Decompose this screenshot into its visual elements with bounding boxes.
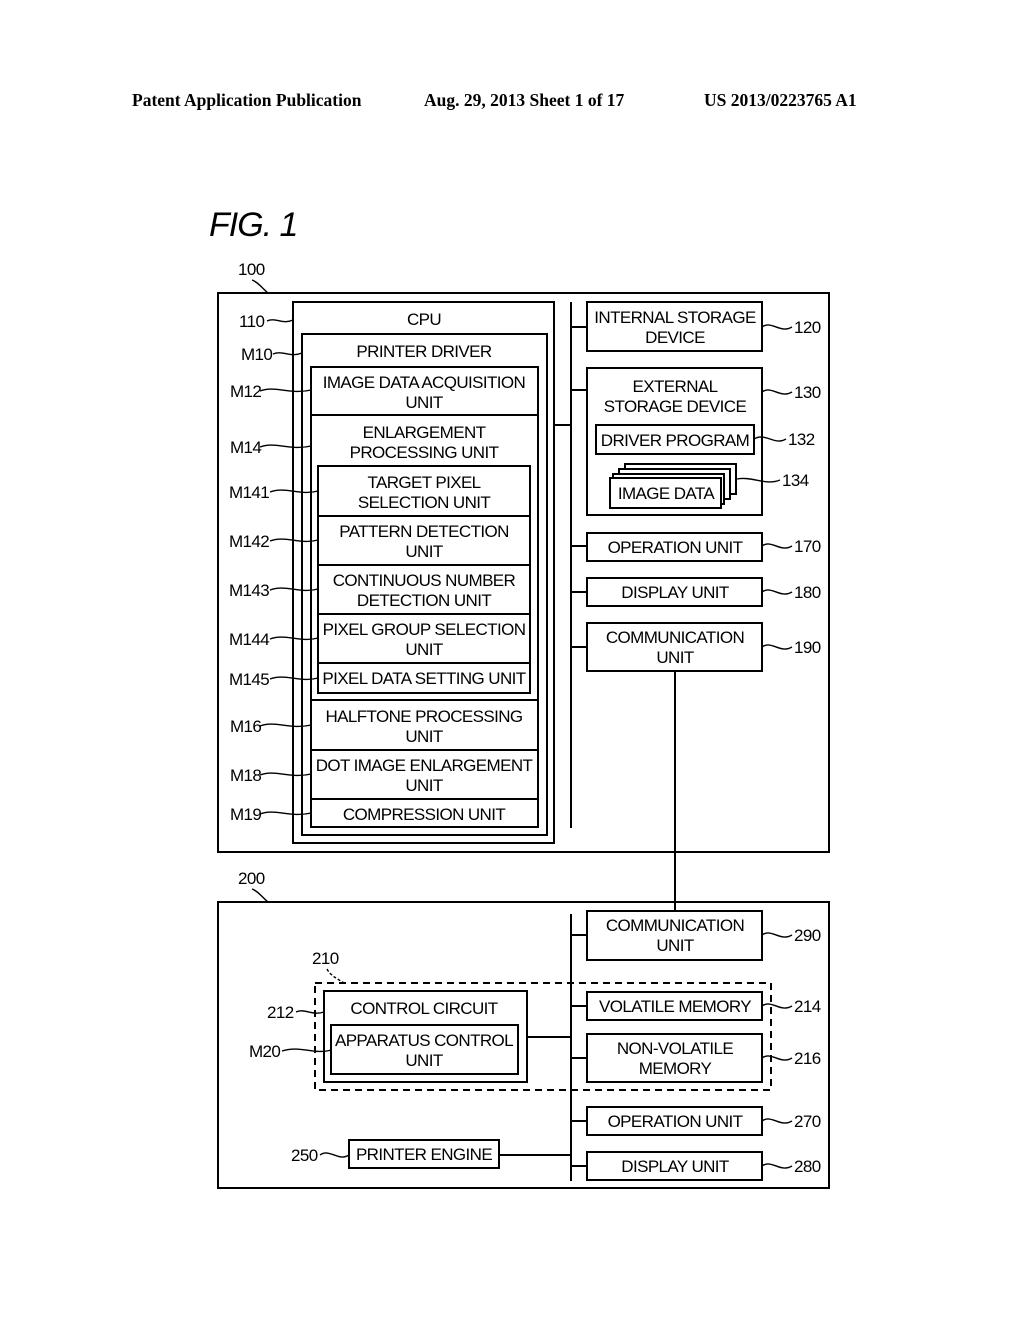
ref-212: 212 xyxy=(267,1003,294,1022)
printer-driver-label: PRINTER DRIVER xyxy=(356,342,491,361)
unit-label: DISPLAY UNIT xyxy=(621,583,729,602)
ref-M10: M10 xyxy=(241,345,272,364)
ref-250: 250 xyxy=(291,1146,318,1165)
module-label-line2: UNIT xyxy=(405,542,442,561)
cpu-label: CPU xyxy=(407,310,441,329)
image-data-stack: IMAGE DATA xyxy=(609,463,737,509)
module-label-line1: PIXEL DATA SETTING UNIT xyxy=(322,669,525,688)
unit-label-line2: DEVICE xyxy=(645,328,705,347)
block-diagram: FIG. 1 100 CPU 110 PRINTER DRIVER M10 IM… xyxy=(209,206,830,1189)
ref-132: 132 xyxy=(788,430,815,449)
module-label-line1: CONTINUOUS NUMBER xyxy=(333,571,516,590)
unit-label: OPERATION UNIT xyxy=(608,1112,743,1131)
leader-200 xyxy=(251,888,269,903)
ref-270: 270 xyxy=(794,1112,821,1131)
ref-M142: M142 xyxy=(229,532,269,551)
ref-216: 216 xyxy=(794,1049,821,1068)
ref-M144: M144 xyxy=(229,630,269,649)
module-label-line1: PATTERN DETECTION xyxy=(339,522,509,541)
ref-M18: M18 xyxy=(230,766,261,785)
ref-130: 130 xyxy=(794,383,821,402)
control-circuit-label: CONTROL CIRCUIT xyxy=(350,999,497,1018)
driver-program-label: DRIVER PROGRAM xyxy=(601,431,749,450)
ref-M20: M20 xyxy=(249,1042,280,1061)
unit-label-line1: COMMUNICATION xyxy=(606,916,744,935)
image-data-label: IMAGE DATA xyxy=(618,484,716,503)
leader-100 xyxy=(251,279,269,294)
ref-M145: M145 xyxy=(229,670,269,689)
ref-M143: M143 xyxy=(229,581,269,600)
module-label-line1: IMAGE DATA ACQUISITION xyxy=(323,373,525,392)
module-label-line1: DOT IMAGE ENLARGEMENT xyxy=(316,756,533,775)
figure-title: FIG. 1 xyxy=(209,206,297,244)
ref-110: 110 xyxy=(239,312,264,331)
printer: 200 COMMUNICATION UNIT 290 210 CONTROL C… xyxy=(217,869,830,1189)
module-label-line2: PROCESSING UNIT xyxy=(350,443,499,462)
ref-M16: M16 xyxy=(230,717,261,736)
module-label-line1: ENLARGEMENT xyxy=(363,423,486,442)
ref-210: 210 xyxy=(312,949,339,968)
module-label-line1: HALFTONE PROCESSING xyxy=(325,707,522,726)
module-label-line2: UNIT xyxy=(405,776,442,795)
unit-label-line1: INTERNAL STORAGE xyxy=(594,308,756,327)
ref-M14: M14 xyxy=(230,438,261,457)
unit-label-line2: MEMORY xyxy=(639,1059,712,1078)
module-label-line1: COMPRESSION UNIT xyxy=(343,805,506,824)
unit-label-line1: NON-VOLATILE xyxy=(617,1039,733,1058)
ref-M19: M19 xyxy=(230,805,261,824)
module-label-line2: DETECTION UNIT xyxy=(357,591,491,610)
ref-180: 180 xyxy=(794,583,821,602)
module-label-line1: TARGET PIXEL xyxy=(367,473,480,492)
module-label-line1: PIXEL GROUP SELECTION xyxy=(323,620,526,639)
ref-280: 280 xyxy=(794,1157,821,1176)
ref-170: 170 xyxy=(794,537,821,556)
unit-label-line1: COMMUNICATION xyxy=(606,628,744,647)
ref-M141: M141 xyxy=(229,483,269,502)
apparatus-control-unit-line2: UNIT xyxy=(405,1051,442,1070)
unit-label: VOLATILE MEMORY xyxy=(599,997,751,1016)
unit-label-line1: EXTERNAL xyxy=(633,377,718,396)
apparatus-control-unit-line1: APPARATUS CONTROL xyxy=(335,1031,513,1050)
module-label-line2: UNIT xyxy=(405,393,442,412)
ref-290: 290 xyxy=(794,926,821,945)
ref-134: 134 xyxy=(782,471,809,490)
host-computer: 100 CPU 110 PRINTER DRIVER M10 IMAGE DAT… xyxy=(217,260,830,853)
unit-label: OPERATION UNIT xyxy=(608,538,743,557)
unit-label-line2: STORAGE DEVICE xyxy=(604,397,747,416)
ref-100: 100 xyxy=(238,260,265,279)
unit-label-line2: UNIT xyxy=(656,936,693,955)
module-label-line2: UNIT xyxy=(405,640,442,659)
ref-M12: M12 xyxy=(230,382,261,401)
module-label-line2: UNIT xyxy=(405,727,442,746)
ref-190: 190 xyxy=(794,638,821,657)
ref-120: 120 xyxy=(794,318,821,337)
unit-label-line2: UNIT xyxy=(656,648,693,667)
printer-engine-label: PRINTER ENGINE xyxy=(356,1145,492,1164)
unit-label: DISPLAY UNIT xyxy=(621,1157,729,1176)
ref-214: 214 xyxy=(794,997,821,1016)
ref-200: 200 xyxy=(238,869,265,888)
module-label-line2: SELECTION UNIT xyxy=(358,493,491,512)
